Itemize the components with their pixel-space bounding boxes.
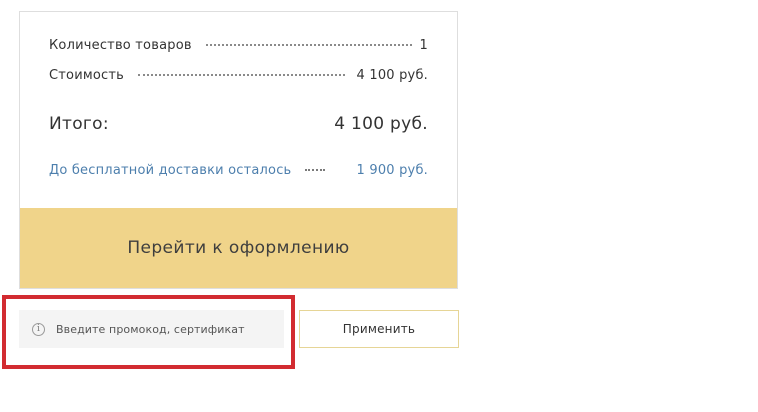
free-delivery-label: До бесплатной доставки осталось xyxy=(49,163,292,178)
total-value: 4 100 руб. xyxy=(334,114,428,134)
dotted-leader xyxy=(138,74,345,76)
promo-code-placeholder: Введите промокод, сертификат xyxy=(56,322,245,336)
dotted-leader xyxy=(305,169,326,171)
items-count-value: 1 xyxy=(419,38,428,53)
checkout-button[interactable]: Перейти к оформлению xyxy=(20,208,457,288)
order-summary-card: Количество товаров 1 Стоимость 4 100 руб… xyxy=(19,11,458,289)
apply-promo-button[interactable]: Применить xyxy=(299,310,459,348)
items-count-row: Количество товаров 1 xyxy=(49,38,428,53)
total-row: Итого: 4 100 руб. xyxy=(49,114,428,134)
cost-row: Стоимость 4 100 руб. xyxy=(49,68,428,83)
cost-label: Стоимость xyxy=(49,68,124,83)
items-count-label: Количество товаров xyxy=(49,38,192,53)
free-delivery-value: 1 900 руб. xyxy=(356,163,428,178)
cart-page: Количество товаров 1 Стоимость 4 100 руб… xyxy=(0,0,758,412)
promo-code-input[interactable]: i Введите промокод, сертификат xyxy=(19,310,284,348)
dotted-leader xyxy=(205,44,412,46)
free-delivery-row: До бесплатной доставки осталось 1 900 ру… xyxy=(49,163,428,178)
cost-value: 4 100 руб. xyxy=(356,68,428,83)
total-label: Итого: xyxy=(49,114,109,134)
info-icon: i xyxy=(32,322,45,336)
